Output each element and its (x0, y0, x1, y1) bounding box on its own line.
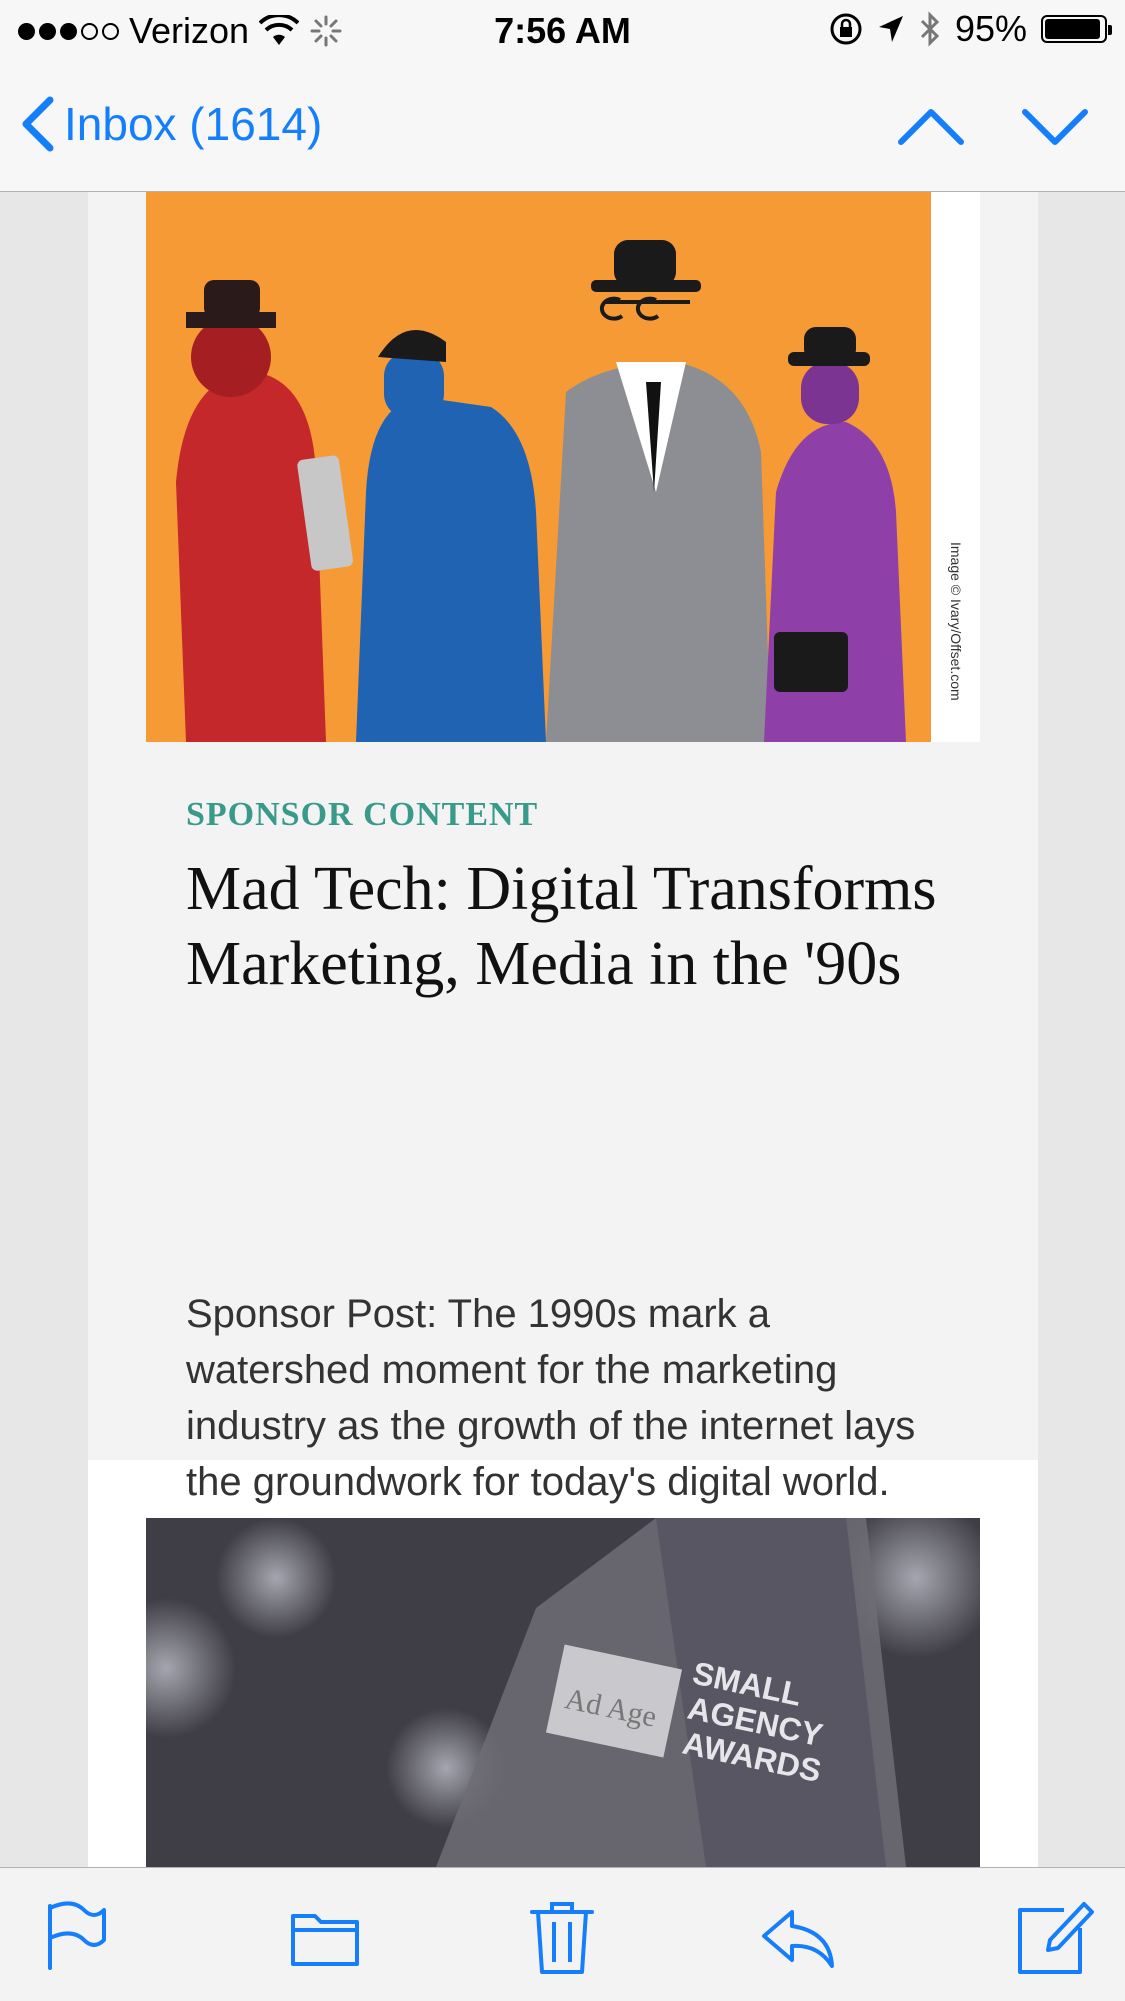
sponsor-article-card[interactable]: Image © Ivary/Offset.com SPONSOR CONTENT… (88, 192, 1038, 1504)
back-button-label: Inbox (1614) (64, 98, 323, 150)
next-message-button[interactable] (1015, 92, 1095, 162)
status-right: 95% (829, 8, 1112, 50)
flag-icon[interactable] (32, 1896, 112, 1976)
folder-icon[interactable] (285, 1896, 365, 1976)
previous-message-button[interactable] (891, 92, 971, 162)
orientation-lock-icon (830, 13, 862, 45)
location-icon (878, 16, 903, 42)
navigation-bar: Inbox (1614) (0, 64, 1125, 192)
compose-icon[interactable] (1014, 1896, 1094, 1976)
chevron-left-icon (22, 96, 54, 152)
reply-icon[interactable] (758, 1896, 838, 1976)
trash-icon[interactable] (522, 1896, 602, 1976)
email-content[interactable]: Image © Ivary/Offset.com SPONSOR CONTENT… (0, 192, 1125, 1867)
article-hero-image[interactable]: Image © Ivary/Offset.com (146, 192, 980, 742)
mail-toolbar (0, 1867, 1125, 2001)
email-body: Image © Ivary/Offset.com SPONSOR CONTENT… (88, 192, 1038, 1867)
mail-screen: Verizon 7:56 AM 95% Inbox (1614) Image ©… (0, 0, 1125, 2001)
article-headline-link[interactable]: Mad Tech: Digital Transforms Marketing, … (186, 852, 946, 1002)
battery-icon (1041, 15, 1112, 43)
status-bar: Verizon 7:56 AM 95% (0, 0, 1125, 64)
bluetooth-icon (920, 11, 940, 47)
battery-percent: 95% (954, 8, 1027, 49)
message-navigation (891, 92, 1095, 162)
image-credit: Image © Ivary/Offset.com (948, 542, 964, 701)
sponsor-content-label: SPONSOR CONTENT (186, 796, 539, 833)
article-summary: Sponsor Post: The 1990s mark a watershed… (186, 1292, 916, 1504)
award-article-image[interactable]: Ad Age SMALL AGENCY AWARDS (146, 1518, 980, 1867)
back-to-inbox-button[interactable]: Inbox (1614) (20, 96, 322, 152)
